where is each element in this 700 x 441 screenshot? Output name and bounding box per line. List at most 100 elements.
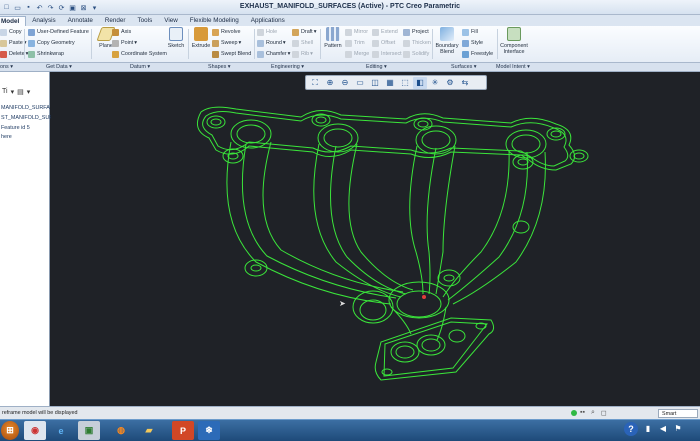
trim-button[interactable]: Trim <box>345 39 365 48</box>
intersect-button[interactable]: Intersect <box>372 50 402 59</box>
spin-center-icon[interactable]: ◫ <box>368 77 382 89</box>
round-button[interactable]: Round ▾ <box>257 39 286 48</box>
group-label-engineering[interactable]: Engineering ▾ <box>271 63 304 72</box>
swept-blend-button[interactable]: Swept Blend <box>212 50 251 59</box>
tab-applications[interactable]: Applications <box>245 16 291 26</box>
tree-item[interactable]: MANIFOLD_SURFA <box>1 105 50 111</box>
tab-annotate[interactable]: Annotate <box>62 16 99 26</box>
pattern-button[interactable]: Pattern <box>320 27 346 60</box>
start-button-icon[interactable]: ⊞ <box>1 421 19 440</box>
extend-icon <box>372 29 379 36</box>
group-label-model-intent[interactable]: Model Intent ▾ <box>496 63 530 72</box>
pattern-icon <box>326 27 340 41</box>
flag-icon[interactable]: ⚑ <box>673 424 683 434</box>
delete-icon <box>0 51 7 58</box>
thicken-icon <box>403 40 410 47</box>
udf-button[interactable]: User-Defined Feature <box>28 28 89 37</box>
group-label-shapes[interactable]: Shapes ▾ <box>208 63 231 72</box>
tree-item[interactable]: Feature id 5 <box>1 125 30 131</box>
find-icon[interactable]: ⌕ <box>591 409 595 417</box>
group-label-editing[interactable]: Editing ▾ <box>366 63 387 72</box>
status-bar-control-icon[interactable]: ▪▪ <box>580 409 585 417</box>
udf-icon <box>28 29 35 36</box>
tree-item[interactable]: ST_MANIFOLD_SUR <box>1 115 53 121</box>
tree-item[interactable]: here <box>1 134 12 140</box>
project-button[interactable]: Project <box>403 28 429 37</box>
internet-explorer-icon[interactable]: e <box>50 421 72 440</box>
model-tree-toolbar: Ti ▾ ▤ ▾ <box>2 88 30 96</box>
tree-columns-icon[interactable]: ▾ <box>27 88 31 96</box>
axis-button[interactable]: Axis <box>112 28 131 37</box>
group-label-surfaces[interactable]: Surfaces ▾ <box>451 63 476 72</box>
component-interface-button[interactable]: Component Interface <box>498 27 530 60</box>
solidify-button[interactable]: Solidify <box>403 50 429 59</box>
creo-parametric-icon[interactable]: ❄ <box>198 421 220 440</box>
extend-button[interactable]: Extend <box>372 28 398 37</box>
exhaust-manifold-wireframe[interactable] <box>51 72 700 406</box>
display-style-icon[interactable]: ◧ <box>413 76 427 89</box>
point-button[interactable]: Point ▾ <box>112 39 137 48</box>
boundary-blend-icon <box>440 27 454 41</box>
chamfer-button[interactable]: Chamfer ▾ <box>257 50 290 59</box>
revolve-button[interactable]: Revolve <box>212 28 240 37</box>
datum-display-icon[interactable]: ✳ <box>428 77 442 89</box>
tab-render[interactable]: Render <box>99 16 132 26</box>
appearance-icon[interactable]: ⇆ <box>458 77 472 89</box>
mirror-button[interactable]: Mirror <box>345 28 368 37</box>
offset-icon <box>372 40 379 47</box>
zoom-in-icon[interactable]: ⊕ <box>323 77 337 89</box>
refit-icon[interactable]: ⛶ <box>308 77 322 89</box>
network-icon[interactable]: ▮ <box>643 424 653 434</box>
mirror-icon <box>345 29 352 36</box>
paste-button[interactable]: Paste ▾ <box>0 39 27 48</box>
freestyle-button[interactable]: Freestyle <box>462 50 493 59</box>
group-label-operations[interactable]: ons ▾ <box>0 63 13 72</box>
creo-icon[interactable]: ▣ <box>78 421 100 440</box>
copy-geometry-button[interactable]: Copy Geometry <box>28 39 75 48</box>
group-label-datum[interactable]: Datum ▾ <box>130 63 150 72</box>
tree-filter-icon[interactable]: ▤ <box>17 88 24 96</box>
copy-button[interactable]: Copy <box>0 28 22 37</box>
hole-button[interactable]: Hole <box>257 28 277 37</box>
sketch-button[interactable]: Sketch <box>163 27 189 60</box>
tab-model[interactable]: Model <box>0 16 27 26</box>
volume-icon[interactable]: ◀ <box>658 424 668 434</box>
powerpoint-icon[interactable]: P <box>172 421 194 440</box>
firefox-icon[interactable]: ◍ <box>110 421 132 440</box>
saved-orientations-icon[interactable]: ⬚ <box>398 77 412 89</box>
selection-filter-dropdown[interactable]: Smart <box>658 409 698 418</box>
named-views-icon[interactable]: ▦ <box>383 77 397 89</box>
annotation-display-icon[interactable]: ⚙ <box>443 77 457 89</box>
shell-button[interactable]: Shell <box>292 39 313 48</box>
csys-button[interactable]: Coordinate System <box>112 50 167 59</box>
tree-settings-icon[interactable]: Ti <box>2 88 8 96</box>
tree-dropdown-icon[interactable]: ▾ <box>11 88 15 96</box>
model-tree-panel: Ti ▾ ▤ ▾ MANIFOLD_SURFA ST_MANIFOLD_SUR … <box>0 72 53 406</box>
tab-flexible-modeling[interactable]: Flexible Modeling <box>184 16 245 26</box>
group-label-get-data[interactable]: Get Data ▾ <box>46 63 72 72</box>
style-button[interactable]: Style <box>462 39 483 48</box>
merge-button[interactable]: Merge <box>345 50 369 59</box>
sweep-button[interactable]: Sweep ▾ <box>212 39 241 48</box>
tab-analysis[interactable]: Analysis <box>26 16 61 26</box>
repaint-icon[interactable]: ▭ <box>353 77 367 89</box>
extrude-button[interactable]: Extrude <box>188 27 214 60</box>
selection-icon[interactable]: ◻ <box>601 409 607 417</box>
thicken-button[interactable]: Thicken <box>403 39 431 48</box>
chrome-icon[interactable]: ◉ <box>24 421 46 440</box>
draft-button[interactable]: Draft ▾ <box>292 28 316 37</box>
help-icon[interactable]: ? <box>624 422 638 436</box>
offset-button[interactable]: Offset <box>372 39 395 48</box>
style-icon <box>462 40 469 47</box>
boundary-blend-button[interactable]: Boundary Blend <box>434 27 460 60</box>
tab-view[interactable]: View <box>158 16 184 26</box>
graphics-window[interactable]: ⛶ ⊕ ⊖ ▭ ◫ ▦ ⬚ ◧ ✳ ⚙ ⇆ ➤ <box>51 72 700 406</box>
file-explorer-icon[interactable]: ▰ <box>138 421 160 440</box>
solidify-icon <box>403 51 410 58</box>
zoom-out-icon[interactable]: ⊖ <box>338 77 352 89</box>
shrinkwrap-button[interactable]: Shrinkwrap <box>28 50 64 59</box>
fill-button[interactable]: Fill <box>462 28 478 37</box>
status-icons: ▪▪ ⌕ ◻ <box>580 409 607 417</box>
tab-tools[interactable]: Tools <box>132 16 159 26</box>
rib-button[interactable]: Rib ▾ <box>292 50 313 59</box>
